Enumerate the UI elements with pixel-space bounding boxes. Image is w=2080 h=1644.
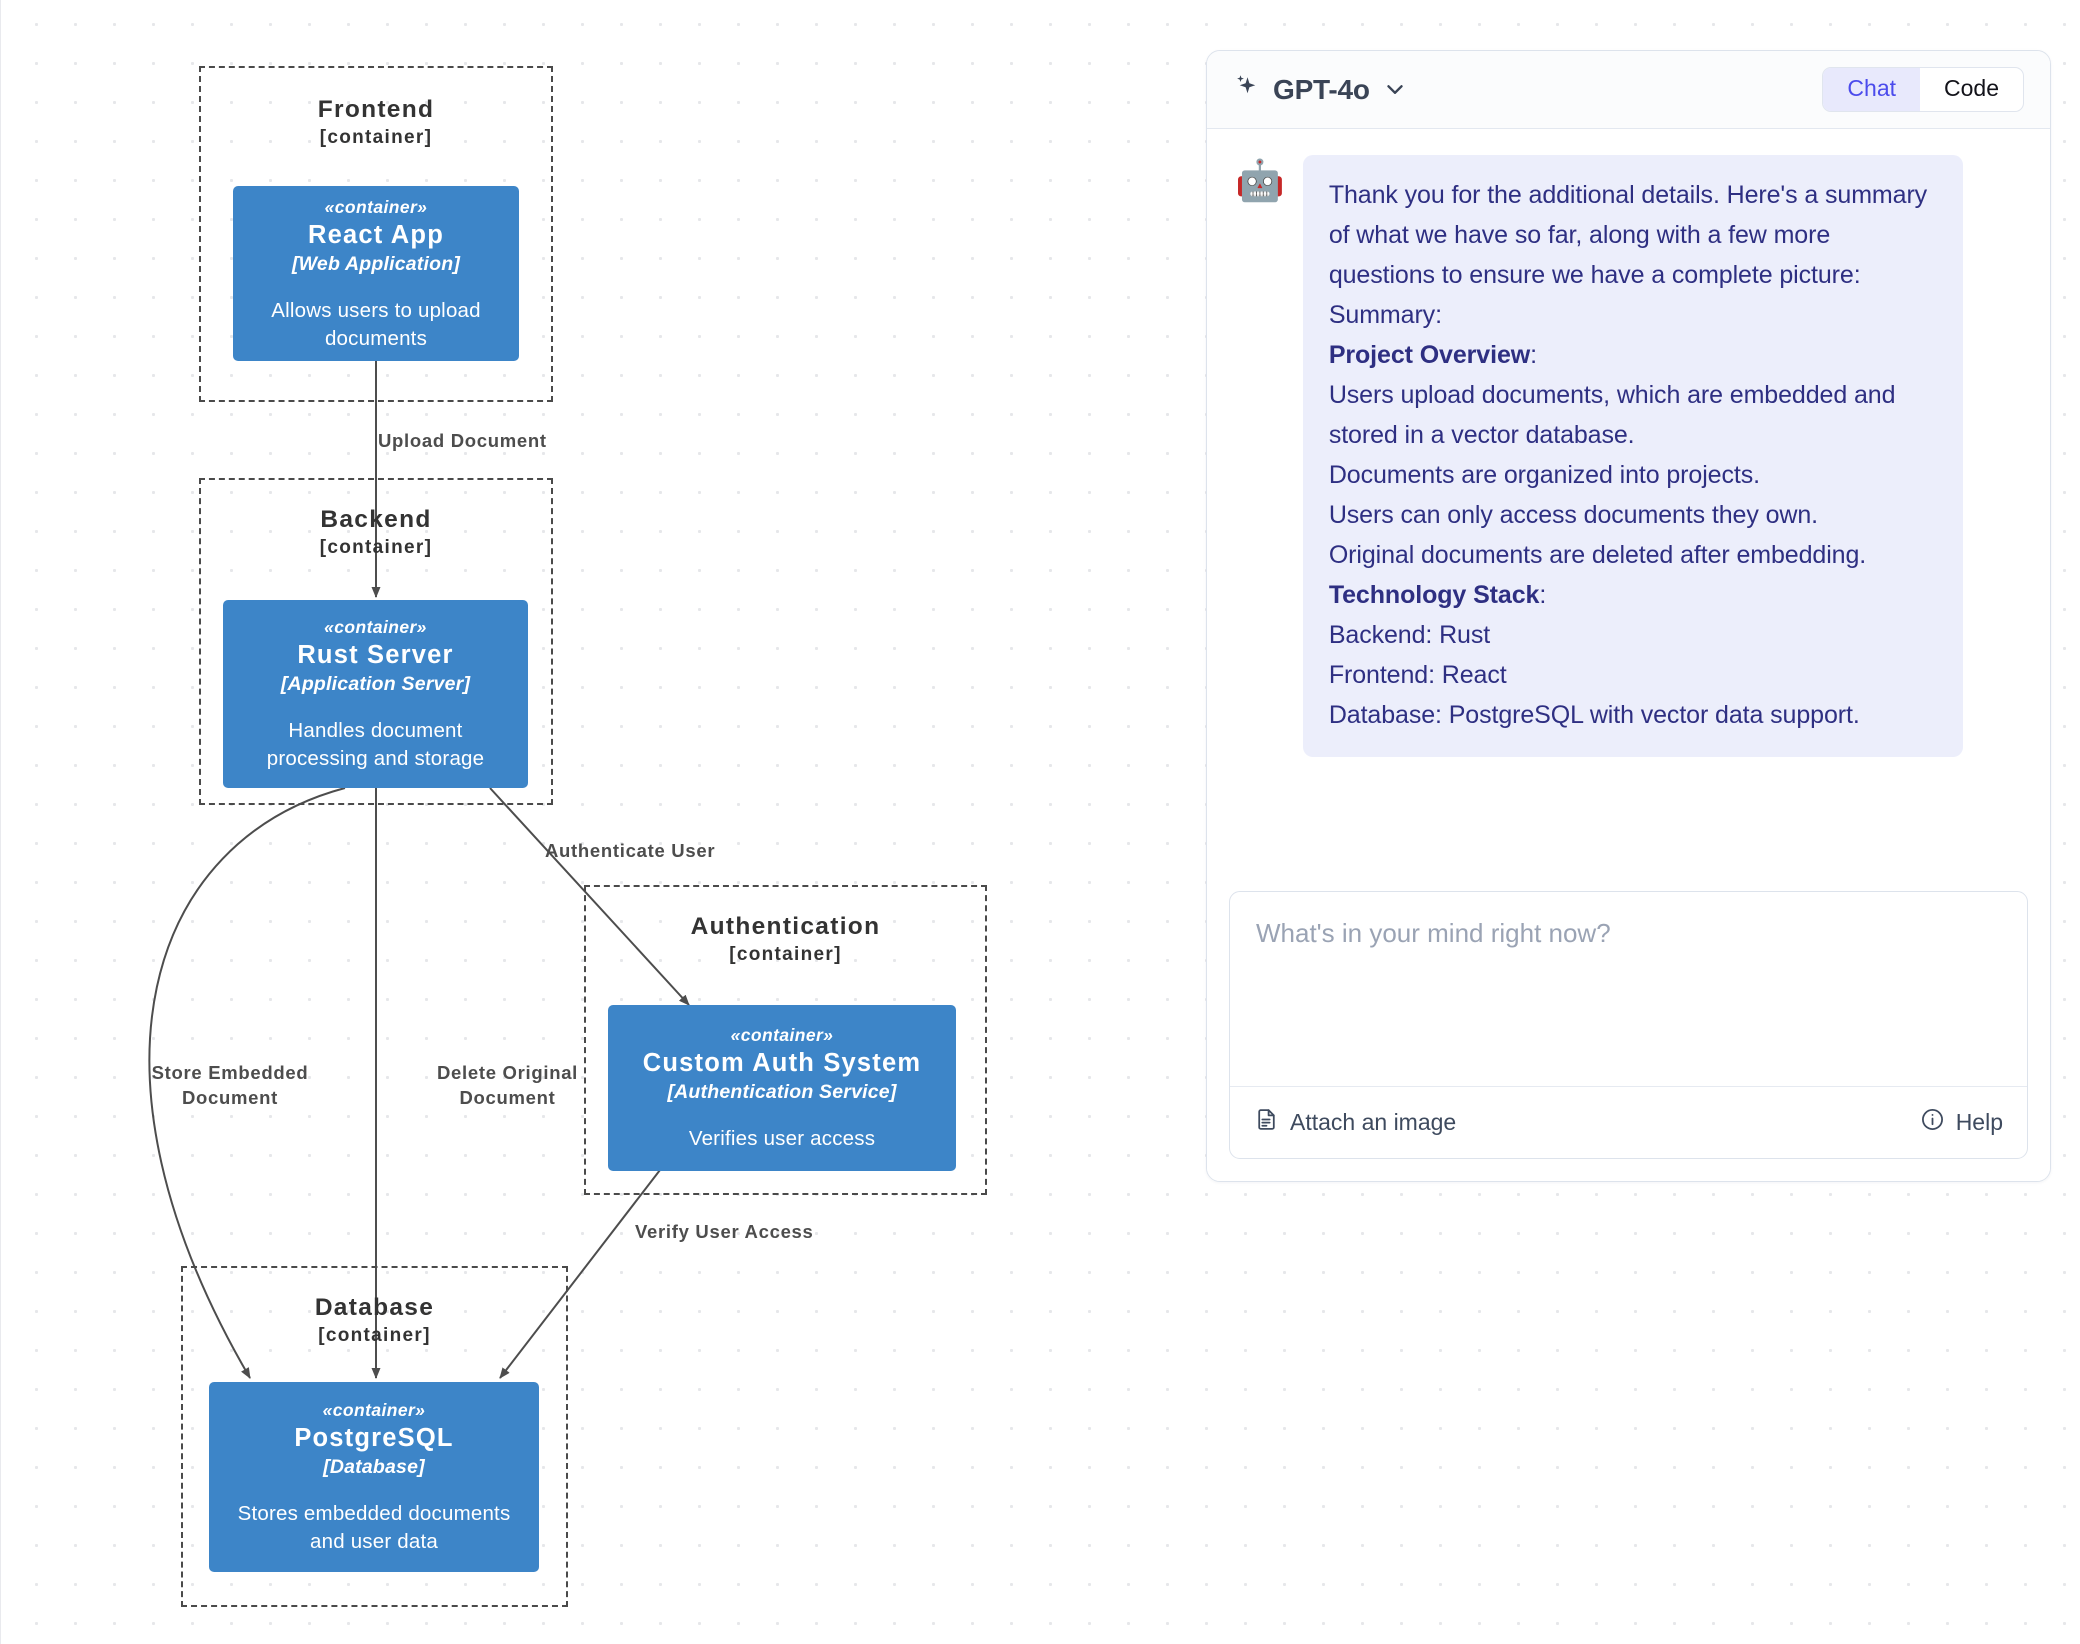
node-postgresql-name: PostgreSQL bbox=[294, 1424, 454, 1452]
message-heading-project-overview: Project Overview: bbox=[1329, 335, 1937, 375]
composer-toolbar: Attach an image Help bbox=[1230, 1086, 2027, 1158]
edge-label-authenticate-user: Authenticate User bbox=[545, 840, 716, 861]
model-selector-button[interactable]: GPT-4o bbox=[1231, 72, 1408, 107]
edge-label-upload-document: Upload Document bbox=[378, 430, 547, 451]
message-paragraph-frontend: Frontend: React bbox=[1328, 661, 1507, 689]
tab-code[interactable]: Code bbox=[1920, 68, 2023, 111]
info-icon bbox=[1920, 1107, 1945, 1138]
message-bubble: Thank you for the additional details. He… bbox=[1302, 155, 1963, 757]
node-rust-server-description: Handles document processing and storage bbox=[266, 719, 485, 770]
chevron-down-icon bbox=[1382, 76, 1408, 107]
node-rust-server[interactable]: «container» Rust Server [Application Ser… bbox=[223, 600, 528, 788]
avatar: 🤖 bbox=[1235, 159, 1285, 203]
node-react-app-stereotype: «container» bbox=[324, 196, 428, 217]
node-postgresql-stereotype: «container» bbox=[322, 1400, 426, 1420]
sparkle-icon bbox=[1231, 72, 1261, 107]
assistant-message: 🤖 Thank you for the additional details. … bbox=[1235, 155, 2022, 757]
boundary-backend-name: Backend bbox=[320, 506, 432, 533]
attach-image-button[interactable]: Attach an image bbox=[1254, 1107, 1456, 1138]
node-postgresql-description: Stores embedded documents and user data bbox=[237, 1502, 511, 1553]
view-mode-toggle: Chat Code bbox=[1822, 67, 2024, 112]
chat-message-list[interactable]: 🤖 Thank you for the additional details. … bbox=[1207, 129, 2050, 1181]
node-rust-server-stereotype: «container» bbox=[324, 617, 427, 637]
message-input[interactable] bbox=[1230, 892, 2027, 1086]
boundary-authentication-type: [container] bbox=[729, 944, 842, 965]
message-heading-technology-stack-colon: : bbox=[1539, 581, 1547, 609]
message-paragraph-access: Users can only access documents they own… bbox=[1328, 501, 1818, 529]
node-rust-server-name: Rust Server bbox=[297, 641, 454, 669]
tab-chat[interactable]: Chat bbox=[1823, 68, 1921, 111]
edge-label-store-embedded-document: Store Embedded Document bbox=[151, 1062, 309, 1108]
message-heading-technology-stack-text: Technology Stack bbox=[1328, 581, 1540, 609]
node-custom-auth-system-description: Verifies user access bbox=[688, 1127, 876, 1150]
architecture-diagram: Frontend [container] «container» React A… bbox=[0, 0, 1190, 1644]
message-paragraph-intro: Thank you for the additional details. He… bbox=[1328, 181, 1928, 289]
node-custom-auth-system[interactable]: «container» Custom Auth System [Authenti… bbox=[608, 1005, 956, 1171]
message-paragraph-summary-label: Summary: bbox=[1328, 301, 1442, 329]
message-paragraph-projects: Documents are organized into projects. bbox=[1328, 461, 1760, 489]
edge-label-verify-user-access: Verify User Access bbox=[635, 1221, 814, 1242]
node-custom-auth-system-name: Custom Auth System bbox=[642, 1049, 922, 1077]
boundary-authentication-name: Authentication bbox=[690, 913, 881, 940]
message-heading-technology-stack: Technology Stack: bbox=[1329, 575, 1937, 615]
help-button[interactable]: Help bbox=[1920, 1107, 2003, 1138]
document-icon bbox=[1254, 1107, 1279, 1138]
node-postgresql[interactable]: «container» PostgreSQL [Database] Stores… bbox=[209, 1382, 539, 1572]
diagram-connectors bbox=[148, 361, 690, 1379]
message-paragraph-database: Database: PostgreSQL with vector data su… bbox=[1328, 701, 1860, 729]
message-heading-project-overview-colon: : bbox=[1530, 341, 1537, 369]
chat-panel: GPT-4o Chat Code 🤖 Thank you for the add… bbox=[1206, 50, 2051, 1182]
node-react-app-description: Allows users to upload documents bbox=[271, 298, 481, 350]
boundary-frontend-type: [container] bbox=[319, 127, 433, 148]
node-custom-auth-system-stereotype: «container» bbox=[730, 1025, 834, 1045]
boundary-backend-type: [container] bbox=[319, 537, 433, 558]
edge-label-delete-original-document: Delete Original Document bbox=[436, 1062, 579, 1108]
chat-header: GPT-4o Chat Code bbox=[1207, 51, 2050, 129]
boundary-frontend-name: Frontend bbox=[317, 96, 435, 123]
node-react-app-name: React App bbox=[308, 220, 444, 249]
boundary-database-type: [container] bbox=[318, 1325, 431, 1346]
message-heading-project-overview-text: Project Overview bbox=[1328, 341, 1531, 369]
message-composer: Attach an image Help bbox=[1229, 891, 2028, 1159]
attach-image-label: Attach an image bbox=[1290, 1109, 1457, 1135]
help-label: Help bbox=[1955, 1109, 2003, 1135]
node-postgresql-technology: [Database] bbox=[323, 1456, 425, 1478]
node-react-app[interactable]: «container» React App [Web Application] … bbox=[233, 186, 519, 361]
message-paragraph-deletion: Original documents are deleted after emb… bbox=[1328, 541, 1867, 569]
node-custom-auth-system-technology: [Authentication Service] bbox=[667, 1081, 897, 1103]
node-react-app-technology: [Web Application] bbox=[291, 252, 461, 275]
model-name-label: GPT-4o bbox=[1273, 73, 1370, 105]
message-paragraph-backend: Backend: Rust bbox=[1328, 621, 1491, 649]
node-rust-server-technology: [Application Server] bbox=[280, 673, 471, 695]
boundary-database-name: Database bbox=[314, 1294, 435, 1321]
message-paragraph-upload: Users upload documents, which are embedd… bbox=[1328, 381, 1896, 449]
